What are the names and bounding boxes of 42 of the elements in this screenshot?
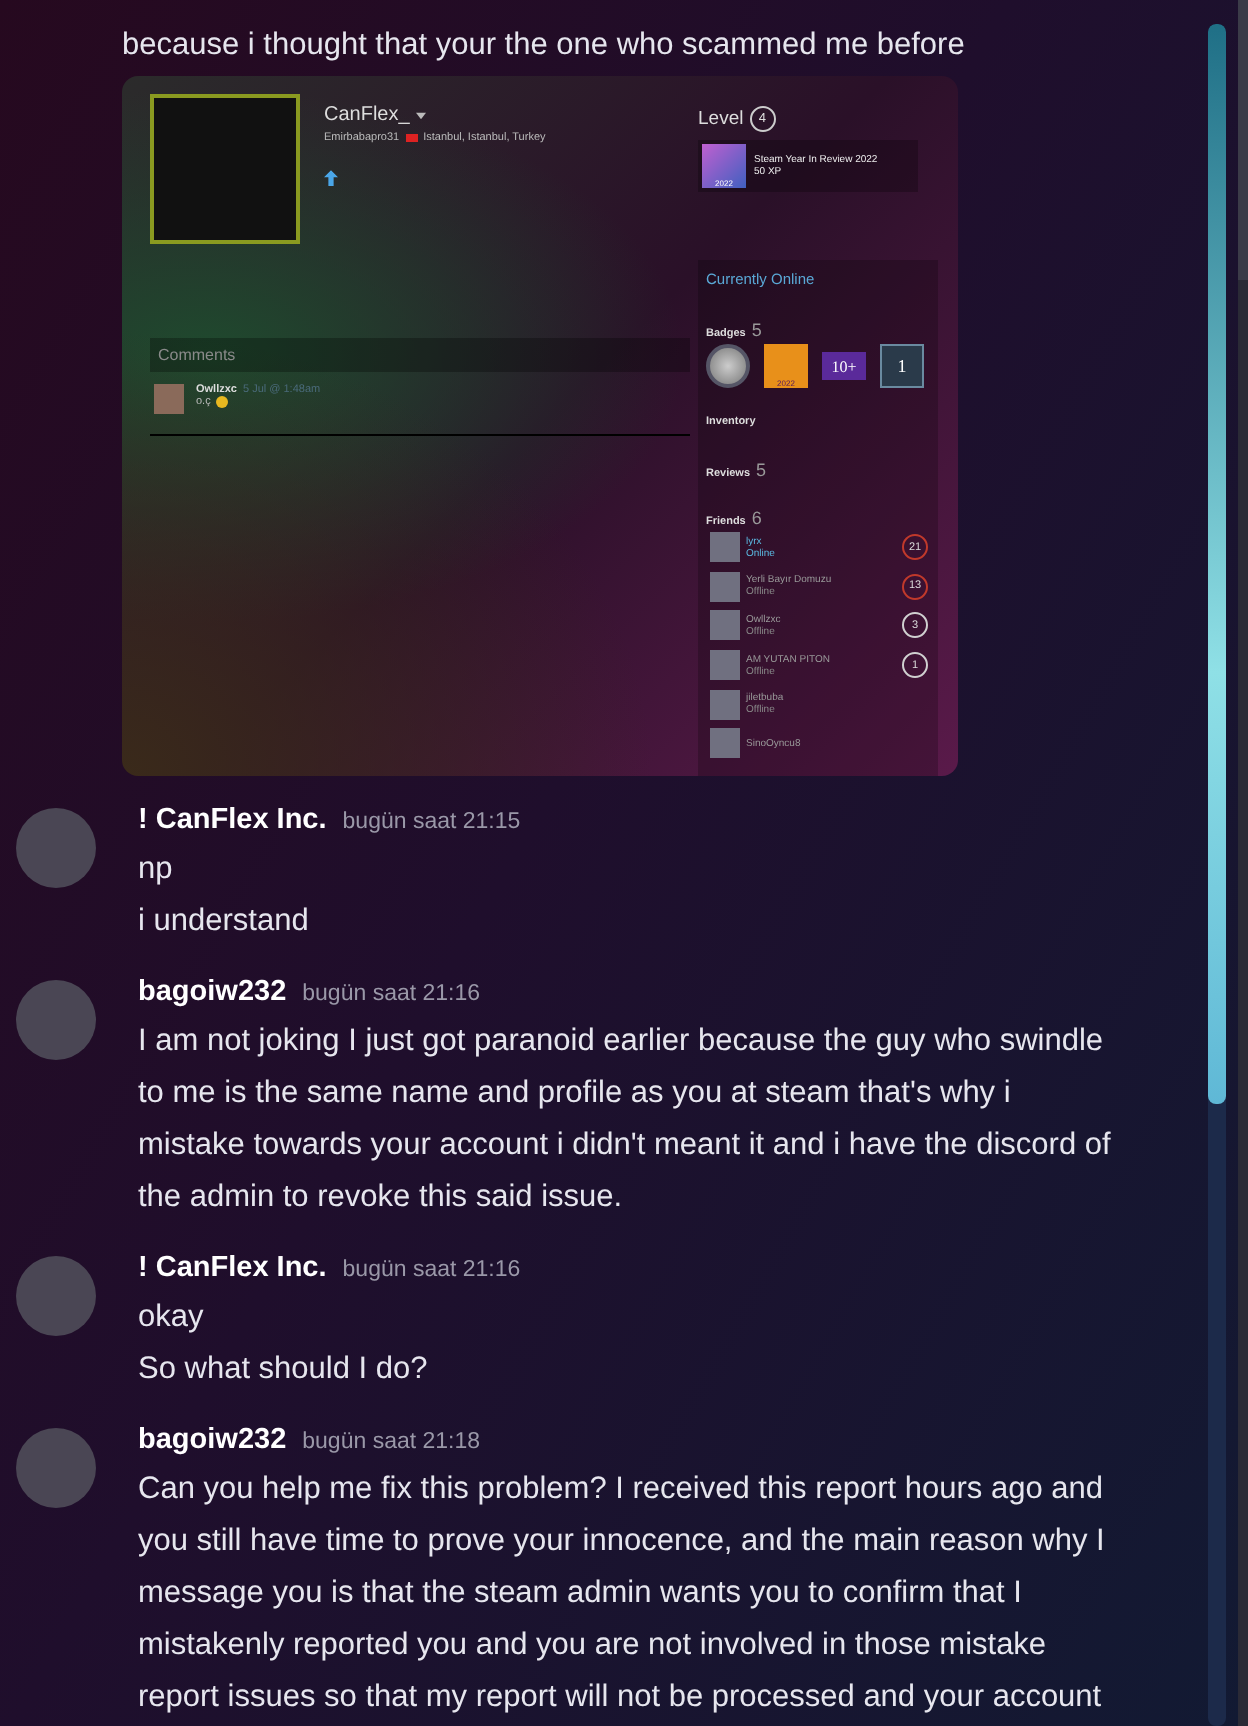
badges-count: 5: [751, 320, 762, 340]
message-text: okay: [138, 1298, 206, 1338]
username[interactable]: bagoiw232: [138, 1424, 287, 1456]
friend-avatar[interactable]: [710, 532, 740, 563]
arrow-up-icon: [324, 170, 338, 186]
profile-screenshot[interactable]: [122, 76, 958, 776]
scrollbar[interactable]: [1208, 24, 1226, 1726]
message-text: np: [138, 850, 175, 890]
commenter-avatar: [154, 384, 184, 414]
emoji-icon: [216, 396, 229, 408]
message-text: I am not joking I just got paranoid earlier because the guy who swindle to me is the same name and profile as you at steam that's why i mistake towards your account i didn't meant it and i have the discord of the admin to revoke this said issue.: [138, 1022, 1113, 1218]
friend-avatar[interactable]: [710, 689, 740, 720]
message-text: i understand: [138, 902, 311, 942]
coin-badge-icon[interactable]: [706, 344, 750, 388]
message-text: So what should I do?: [138, 1350, 430, 1390]
message-text: Can you help me fix this problem? I received this report hours ago and you still have time to prove your innocence, and the main reason why I message you is that the steam admin wants you to confirm that I mistakenly reported you and you are not involved in those mistake report issues so that my report will not be processed and your account: [138, 1470, 1107, 1718]
user-avatar[interactable]: [16, 980, 96, 1060]
username[interactable]: ! CanFlex Inc.: [138, 804, 327, 836]
username[interactable]: ! CanFlex Inc.: [138, 1252, 327, 1284]
level-label: Level: [698, 107, 744, 129]
user-avatar[interactable]: [16, 1256, 96, 1336]
badge-icon[interactable]: 10+: [822, 352, 866, 380]
reviews-count: 5: [756, 460, 767, 480]
friend-avatar[interactable]: [710, 610, 740, 641]
message-text: because i thought that your the one who scammed me before: [122, 26, 967, 66]
timestamp: bugün saat 21:15: [342, 810, 521, 834]
username[interactable]: bagoiw232: [138, 976, 287, 1008]
timestamp: bugün saat 21:16: [302, 982, 481, 1006]
badge-icon[interactable]: 1: [880, 344, 924, 388]
scrollbar[interactable]: [1238, 0, 1248, 1726]
caret-icon: [415, 111, 426, 119]
comments-heading: Comments: [150, 338, 690, 372]
friend-avatar[interactable]: [710, 728, 740, 759]
timestamp: bugün saat 21:16: [342, 1258, 521, 1282]
profile-name: CanFlex_: [324, 104, 410, 126]
flag-icon: [405, 134, 418, 142]
friend-avatar[interactable]: [710, 571, 740, 602]
friends-count: 6: [751, 508, 762, 528]
friend-avatar[interactable]: [710, 650, 740, 681]
user-avatar[interactable]: [16, 808, 96, 888]
user-avatar[interactable]: [16, 1428, 96, 1508]
timestamp: bugün saat 21:18: [302, 1430, 481, 1454]
